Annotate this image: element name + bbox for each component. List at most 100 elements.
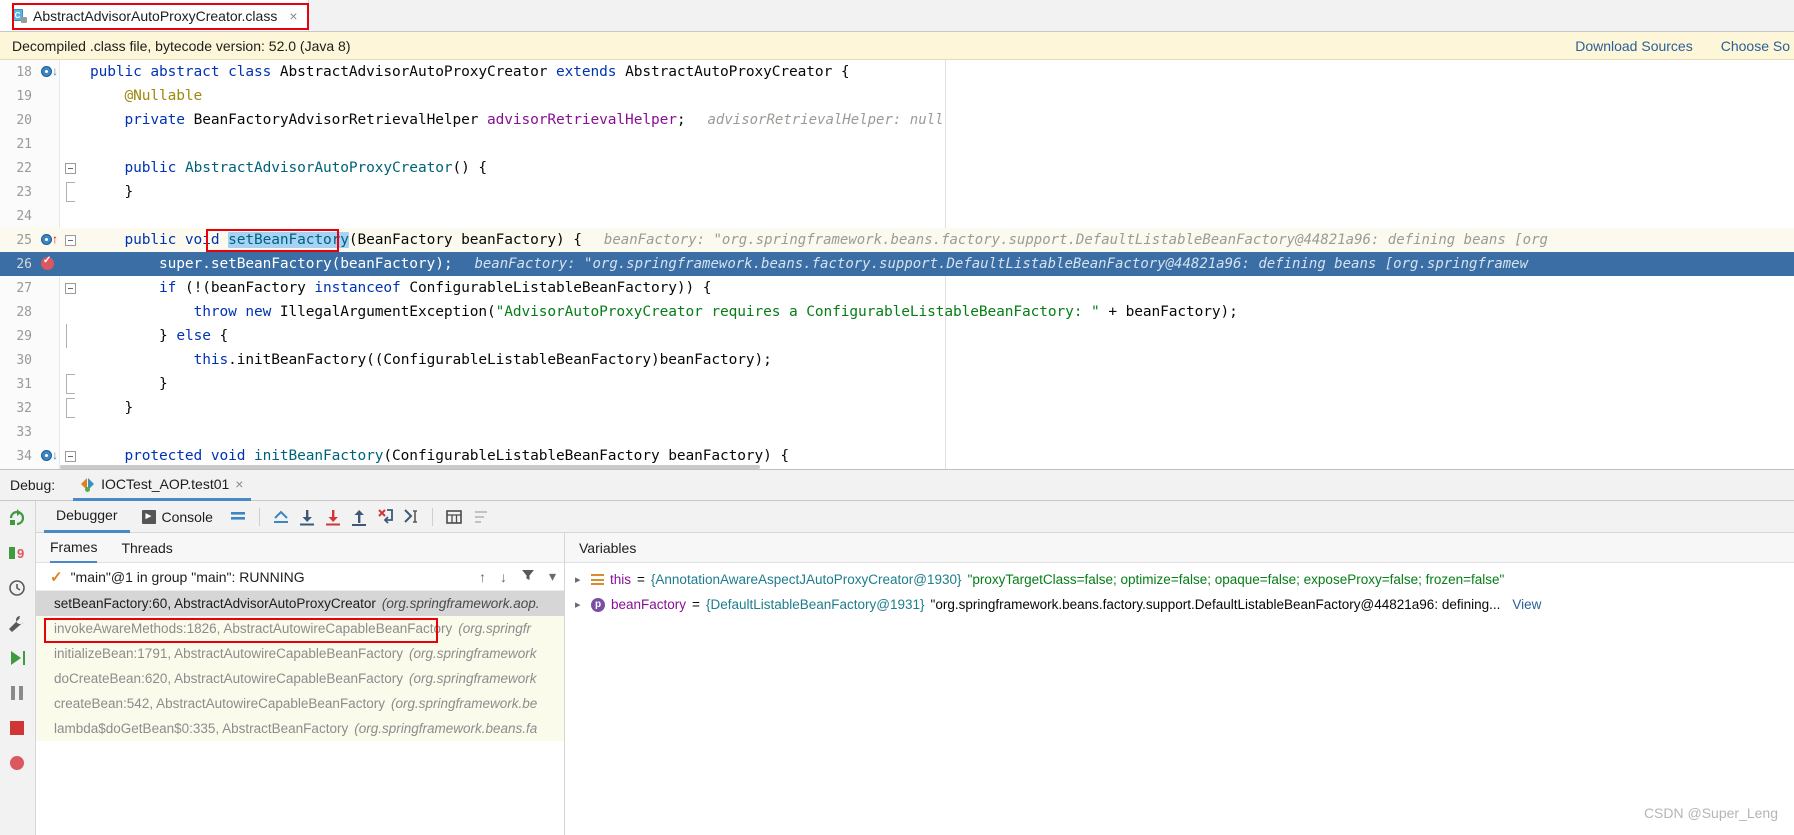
step-into-icon[interactable]	[320, 504, 346, 530]
evaluate-expression-icon[interactable]	[441, 504, 467, 530]
pause-program-icon[interactable]	[6, 682, 30, 706]
toolbar-separator	[431, 507, 433, 526]
code-text: @Nullable	[90, 88, 203, 104]
move-down-icon[interactable]: ↓	[500, 569, 507, 585]
code-text: protected void initBeanFactory(Configura…	[90, 448, 790, 464]
filter-icon[interactable]	[521, 568, 535, 585]
variable-name: beanFactory	[611, 597, 687, 612]
tab-frames[interactable]: Frames	[50, 533, 98, 563]
fold-region[interactable]	[60, 276, 82, 300]
fold-collapse-icon[interactable]	[65, 451, 76, 462]
code-line-28: 28 throw new IllegalArgumentException("A…	[0, 300, 1794, 324]
fold-region	[60, 324, 82, 348]
frame-package: (org.springframework.beans.fa	[354, 721, 538, 736]
fold-collapse-icon[interactable]	[65, 163, 76, 174]
run-configuration-tab[interactable]: IOCTest_AOP.test01 ×	[73, 469, 252, 501]
line-number: 28	[16, 304, 32, 320]
fold-region[interactable]	[60, 156, 82, 180]
debug-main-area: Debugger ► Console Frames Threads ✓ "mai…	[36, 501, 1794, 835]
thread-selector[interactable]: ✓ "main"@1 in group "main": RUNNING ↑ ↓ …	[36, 563, 564, 591]
frame-item[interactable]: doCreateBean:620, AbstractAutowireCapabl…	[36, 666, 564, 691]
force-step-into-icon[interactable]	[372, 504, 398, 530]
wrench-icon[interactable]	[6, 612, 30, 636]
breakpoint-icon[interactable]	[41, 255, 54, 270]
variables-header: Variables	[565, 533, 1794, 563]
frame-item[interactable]: initializeBean:1791, AbstractAutowireCap…	[36, 641, 564, 666]
variables-pane: Variables ▸ this = {AnnotationAwareAspec…	[565, 533, 1794, 835]
variable-equals: =	[637, 572, 645, 587]
frame-item[interactable]: lambda$doGetBean$0:335, AbstractBeanFact…	[36, 716, 564, 741]
code-line-25: 25 ↑ public void setBeanFactory(BeanFact…	[0, 228, 1794, 252]
decompiled-message: Decompiled .class file, bytecode version…	[12, 37, 351, 54]
frame-item[interactable]: createBean:542, AbstractAutowireCapableB…	[36, 691, 564, 716]
implementing-method-icon[interactable]	[41, 450, 52, 461]
gutter-icons	[38, 156, 60, 180]
close-icon[interactable]: ×	[235, 476, 243, 492]
gutter-icons	[38, 252, 60, 276]
fold-collapse-icon[interactable]	[65, 283, 76, 294]
code-line-24: 24	[0, 204, 1794, 228]
run-configuration-label: IOCTest_AOP.test01	[101, 475, 230, 492]
resume-program-icon[interactable]	[6, 647, 30, 671]
thread-running-icon: ✓	[50, 568, 63, 586]
show-execution-point-icon[interactable]	[268, 504, 294, 530]
fold-region	[60, 180, 82, 204]
tab-debugger[interactable]: Debugger	[44, 501, 130, 533]
mute-breakpoints-icon[interactable]: 9	[6, 542, 30, 566]
editor-horizontal-scrollbar[interactable]	[60, 465, 760, 469]
code-text: }	[90, 376, 168, 392]
choose-sources-link[interactable]: Choose So	[1721, 38, 1790, 54]
download-sources-link[interactable]: Download Sources	[1575, 38, 1693, 54]
frame-method: lambda$doGetBean$0:335, AbstractBeanFact…	[54, 721, 349, 736]
gutter-icons	[38, 108, 60, 132]
step-out-icon[interactable]	[346, 504, 372, 530]
line-number: 30	[16, 352, 32, 368]
line-number: 33	[16, 424, 32, 440]
code-line-21: 21	[0, 132, 1794, 156]
frame-item[interactable]: invokeAwareMethods:1826, AbstractAutowir…	[36, 616, 564, 641]
settings-clock-icon[interactable]	[6, 577, 30, 601]
frame-package: (org.springframework	[408, 646, 537, 661]
view-value-link[interactable]: View	[1512, 597, 1541, 612]
rerun-icon[interactable]	[6, 507, 30, 531]
fold-region	[60, 84, 82, 108]
variable-row-this[interactable]: ▸ this = {AnnotationAwareAspectJAutoProx…	[565, 567, 1794, 592]
view-breakpoints-icon[interactable]	[6, 752, 30, 776]
code-line-22: 22 public AbstractAdvisorAutoProxyCreato…	[0, 156, 1794, 180]
close-icon[interactable]: ×	[289, 9, 297, 23]
gutter-icons: ↓	[38, 60, 60, 84]
line-number: 29	[16, 328, 32, 344]
chevron-right-icon[interactable]: ▸	[575, 573, 585, 586]
step-over-icon[interactable]	[294, 504, 320, 530]
gutter-icons	[38, 276, 60, 300]
layout-settings-icon[interactable]	[225, 504, 251, 530]
code-editor[interactable]: 18 ↓ public abstract class AbstractAdvis…	[0, 60, 1794, 469]
implementing-method-icon[interactable]	[41, 66, 52, 77]
line-number: 31	[16, 376, 32, 392]
chevron-right-icon[interactable]: ▸	[575, 598, 585, 611]
selected-token[interactable]: setBeanFactory	[228, 232, 349, 248]
variable-row-beanfactory[interactable]: ▸ p beanFactory = {DefaultListableBeanFa…	[565, 592, 1794, 617]
tab-frames-label: Frames	[50, 538, 98, 555]
tab-console[interactable]: ► Console	[130, 501, 225, 533]
chevron-down-icon[interactable]: ▾	[549, 568, 556, 585]
move-up-icon[interactable]: ↑	[479, 569, 486, 585]
variables-list[interactable]: ▸ this = {AnnotationAwareAspectJAutoProx…	[565, 563, 1794, 835]
tab-threads[interactable]: Threads	[121, 540, 172, 556]
frame-method: createBean:542, AbstractAutowireCapableB…	[54, 696, 385, 711]
frame-item[interactable]: setBeanFactory:60, AbstractAdvisorAutoPr…	[36, 591, 564, 616]
tab-threads-label: Threads	[121, 539, 173, 556]
frame-method: initializeBean:1791, AbstractAutowireCap…	[54, 646, 403, 661]
stop-program-icon[interactable]	[6, 717, 30, 741]
editor-tab-abstractadvisorautoproxycreator[interactable]: C AbstractAdvisorAutoProxyCreator.class …	[0, 0, 309, 31]
frames-list[interactable]: setBeanFactory:60, AbstractAdvisorAutoPr…	[36, 591, 564, 835]
fold-collapse-icon[interactable]	[65, 235, 76, 246]
fold-region[interactable]	[60, 228, 82, 252]
fold-end-icon	[66, 374, 75, 394]
fold-end-icon	[66, 398, 75, 418]
fold-region	[60, 420, 82, 444]
run-to-cursor-icon[interactable]	[398, 504, 424, 530]
fold-region[interactable]	[60, 60, 82, 84]
overriding-method-icon[interactable]	[41, 234, 52, 245]
fold-region	[60, 372, 82, 396]
